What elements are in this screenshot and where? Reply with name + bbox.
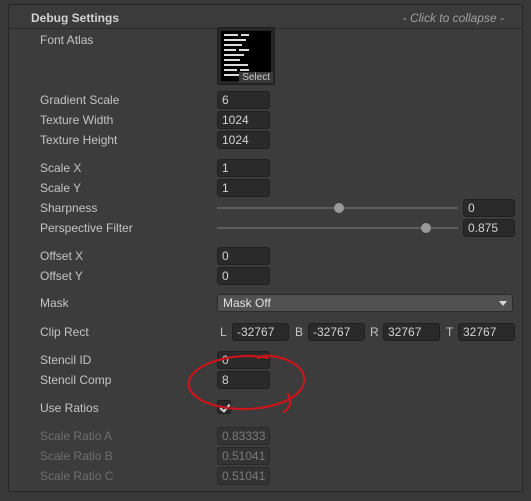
use-ratios-label: Use Ratios (40, 401, 99, 415)
perspective-filter-row: Perspective Filter 0.875 (0, 218, 531, 238)
stencil-id-row: Stencil ID 0 (0, 350, 531, 370)
scale-x-row: Scale X 1 (0, 158, 531, 178)
mask-row: Mask Mask Off (0, 293, 531, 313)
checkmark-icon (219, 401, 231, 413)
stencil-comp-label: Stencil Comp (40, 373, 112, 387)
texture-height-row: Texture Height 1024 (0, 130, 531, 150)
mask-dropdown[interactable]: Mask Off (217, 294, 513, 312)
scale-ratio-c-label: Scale Ratio C (40, 469, 114, 483)
font-atlas-thumbnail[interactable]: Select (217, 27, 275, 85)
clip-rect-b-label: B (295, 325, 304, 339)
texture-height-field[interactable]: 1024 (217, 131, 270, 149)
stencil-comp-field[interactable]: 8 (217, 371, 270, 389)
scale-ratio-b-label: Scale Ratio B (40, 449, 113, 463)
scale-x-field[interactable]: 1 (217, 159, 270, 177)
scale-y-field[interactable]: 1 (217, 179, 270, 197)
scale-ratio-a-label: Scale Ratio A (40, 429, 113, 443)
use-ratios-row: Use Ratios (0, 398, 531, 418)
clip-rect-l-field[interactable]: -32767 (232, 323, 289, 341)
foldout-header[interactable]: Debug Settings - Click to collapse - (9, 5, 522, 29)
offset-y-row: Offset Y 0 (0, 266, 531, 286)
scale-ratio-c-row: Scale Ratio C 0.51041 (0, 466, 531, 486)
scale-ratio-a-row: Scale Ratio A 0.83333 (0, 426, 531, 446)
perspective-filter-field[interactable]: 0.875 (463, 219, 515, 237)
sharpness-row: Sharpness 0 (0, 198, 531, 218)
scale-ratio-a-field: 0.83333 (217, 427, 270, 445)
offset-y-label: Offset Y (40, 269, 83, 283)
texture-width-row: Texture Width 1024 (0, 110, 531, 130)
stencil-id-field[interactable]: 0 (217, 351, 270, 369)
scale-y-row: Scale Y 1 (0, 178, 531, 198)
use-ratios-checkbox[interactable] (217, 400, 231, 414)
offset-x-label: Offset X (40, 249, 84, 263)
stencil-comp-row: Stencil Comp 8 (0, 370, 531, 390)
texture-width-field[interactable]: 1024 (217, 111, 270, 129)
scale-ratio-b-field: 0.51041 (217, 447, 270, 465)
offset-y-field[interactable]: 0 (217, 267, 270, 285)
clip-rect-t-field[interactable]: 32767 (458, 323, 515, 341)
clip-rect-l-label: L (220, 325, 227, 339)
clip-rect-t-label: T (446, 325, 454, 339)
section-title: Debug Settings (31, 11, 120, 25)
gradient-scale-field[interactable]: 6 (217, 91, 270, 109)
offset-x-field[interactable]: 0 (217, 247, 270, 265)
sharpness-label: Sharpness (40, 201, 98, 215)
scale-y-label: Scale Y (40, 181, 82, 195)
stencil-id-label: Stencil ID (40, 353, 92, 367)
scale-ratio-b-row: Scale Ratio B 0.51041 (0, 446, 531, 466)
gradient-scale-label: Gradient Scale (40, 93, 120, 107)
perspective-filter-slider-knob[interactable] (421, 223, 431, 233)
chevron-down-icon (499, 301, 507, 306)
font-atlas-label: Font Atlas (40, 33, 94, 47)
perspective-filter-label: Perspective Filter (40, 221, 133, 235)
clip-rect-b-field[interactable]: -32767 (308, 323, 365, 341)
sharpness-slider-knob[interactable] (334, 203, 344, 213)
clip-rect-label: Clip Rect (40, 325, 89, 339)
sharpness-field[interactable]: 0 (463, 199, 515, 217)
mask-label: Mask (40, 296, 69, 310)
texture-width-label: Texture Width (40, 113, 114, 127)
scale-ratio-c-field: 0.51041 (217, 467, 270, 485)
select-button[interactable]: Select (239, 72, 273, 83)
clip-rect-row: Clip Rect L -32767 B -32767 R 32767 T 32… (0, 322, 531, 342)
mask-selected-value: Mask Off (223, 296, 271, 310)
offset-x-row: Offset X 0 (0, 246, 531, 266)
scale-x-label: Scale X (40, 161, 82, 175)
clip-rect-r-field[interactable]: 32767 (383, 323, 440, 341)
texture-height-label: Texture Height (40, 133, 118, 147)
gradient-scale-row: Gradient Scale 6 (0, 90, 531, 110)
clip-rect-r-label: R (370, 325, 379, 339)
collapse-hint[interactable]: - Click to collapse - (403, 11, 504, 25)
